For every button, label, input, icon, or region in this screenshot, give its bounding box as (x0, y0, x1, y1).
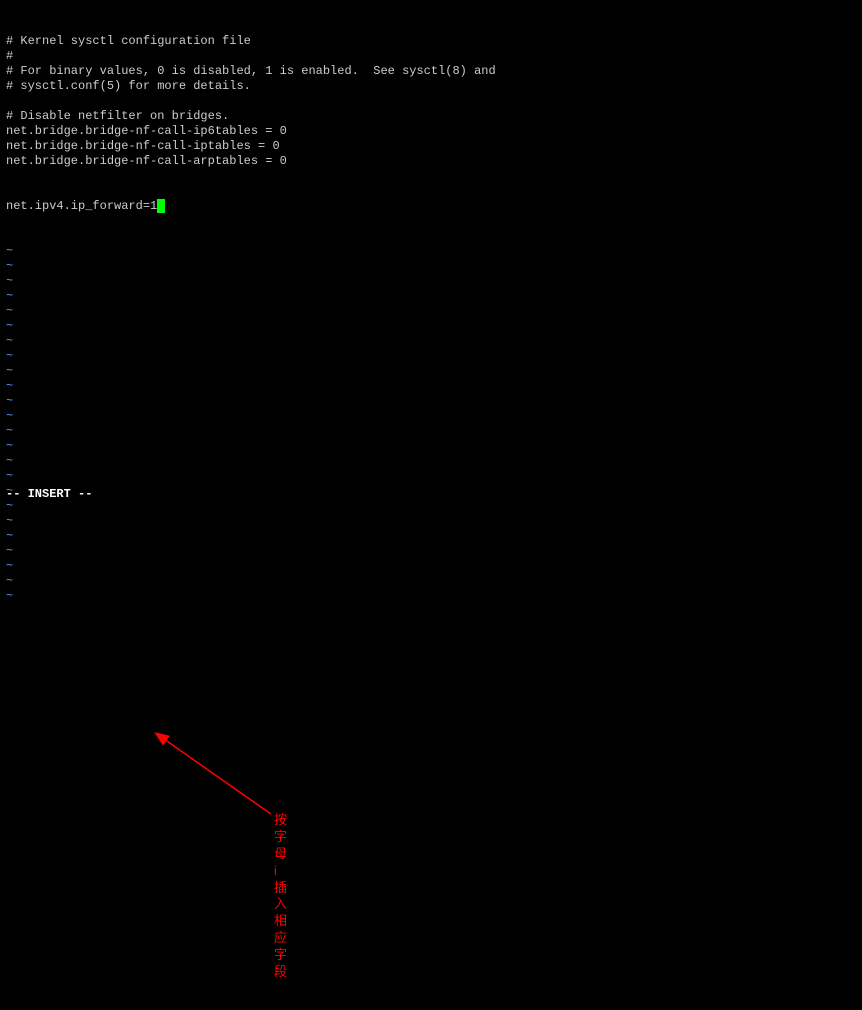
vim-empty-line: ~ (6, 289, 856, 304)
vim-empty-line: ~ (6, 244, 856, 259)
vim-empty-line: ~ (6, 454, 856, 469)
vim-empty-line: ~ (6, 319, 856, 334)
vim-empty-line: ~ (6, 499, 856, 514)
vim-empty-line: ~ (6, 349, 856, 364)
vim-empty-line: ~ (6, 439, 856, 454)
vim-empty-line: ~ (6, 409, 856, 424)
text-cursor (157, 199, 165, 213)
vim-empty-line: ~ (6, 364, 856, 379)
vim-empty-line: ~ (6, 274, 856, 289)
vim-status-bar: -- INSERT -- (6, 487, 92, 501)
vim-empty-line: ~ (6, 574, 856, 589)
file-line: # Disable netfilter on bridges. (6, 109, 856, 124)
vim-empty-line: ~ (6, 529, 856, 544)
annotation-line-1: 按字母i (274, 812, 287, 880)
vim-empty-line: ~ (6, 394, 856, 409)
file-line (6, 94, 856, 109)
cursor-line: net.ipv4.ip_forward=1 (6, 199, 856, 214)
cursor-line-text: net.ipv4.ip_forward=1 (6, 199, 157, 213)
vim-empty-line: ~ (6, 304, 856, 319)
vim-empty-line: ~ (6, 559, 856, 574)
vim-empty-line: ~ (6, 379, 856, 394)
file-line: # sysctl.conf(5) for more details. (6, 79, 856, 94)
vim-empty-line: ~ (6, 424, 856, 439)
annotation-line-2: 插入相应字段 (274, 880, 287, 981)
vim-empty-line: ~ (6, 514, 856, 529)
vim-empty-line: ~ (6, 589, 856, 604)
file-line: net.bridge.bridge-nf-call-ip6tables = 0 (6, 124, 856, 139)
vim-empty-line: ~ (6, 334, 856, 349)
file-line: # For binary values, 0 is disabled, 1 is… (6, 64, 856, 79)
file-line: # Kernel sysctl configuration file (6, 34, 856, 49)
file-line: net.bridge.bridge-nf-call-iptables = 0 (6, 139, 856, 154)
vim-empty-line: ~ (6, 544, 856, 559)
file-line: # (6, 49, 856, 64)
vim-empty-line: ~ (6, 469, 856, 484)
vim-empty-line: ~ (6, 259, 856, 274)
terminal-editor[interactable]: # Kernel sysctl configuration file## For… (6, 4, 856, 619)
file-line: net.bridge.bridge-nf-call-arptables = 0 (6, 154, 856, 169)
vim-empty-line: ~ (6, 484, 856, 499)
vim-mode-indicator: -- INSERT -- (6, 487, 92, 501)
annotation-text: 按字母i 插入相应字段 (274, 812, 287, 981)
